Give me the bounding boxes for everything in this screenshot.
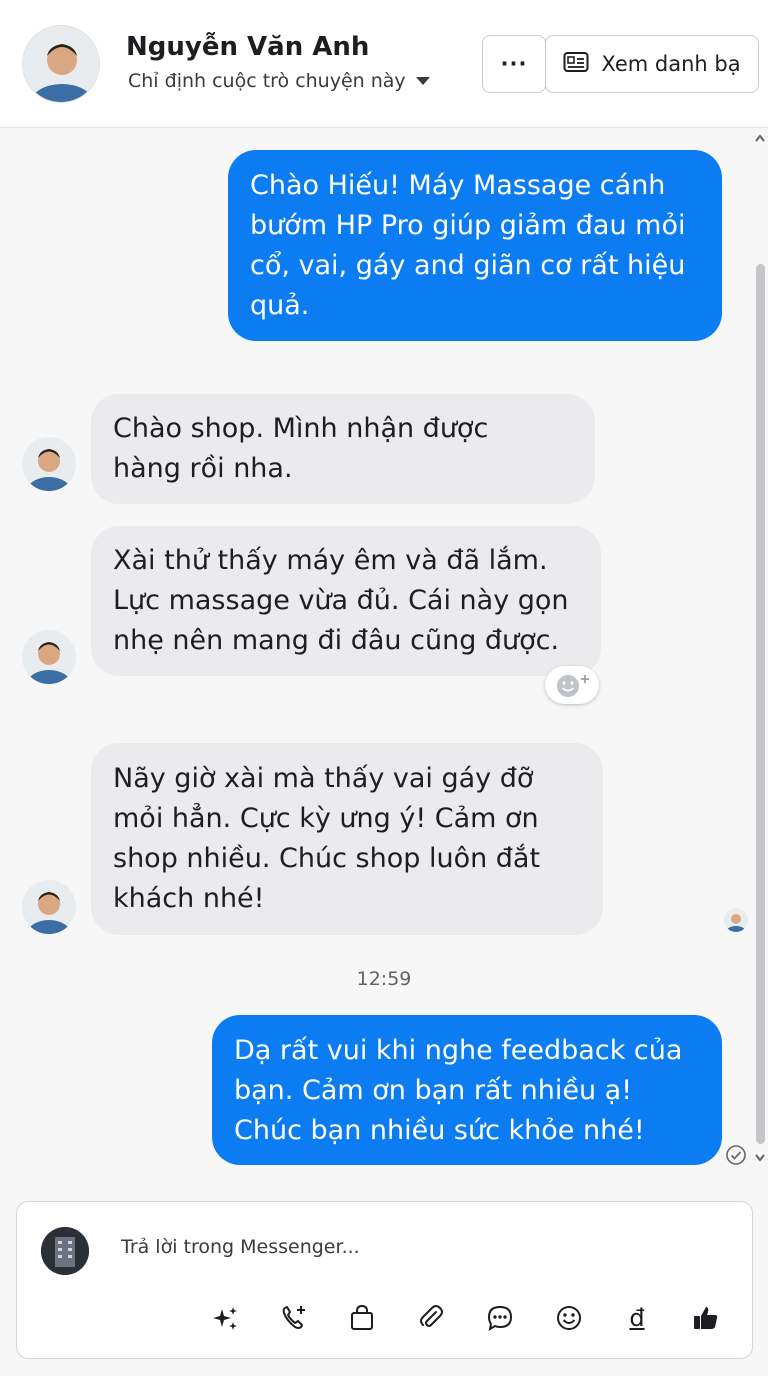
thumbs-up-icon (694, 1307, 718, 1329)
add-reaction-button[interactable] (545, 666, 599, 704)
contact-card-icon (563, 51, 589, 78)
scrollbar-thumb[interactable] (756, 264, 765, 1144)
payment-request-button[interactable]: đ (617, 1298, 657, 1338)
add-call-button[interactable] (274, 1298, 314, 1338)
chat-bubble-dots-icon (487, 1305, 513, 1332)
shop-button[interactable] (342, 1298, 382, 1338)
contact-avatar-small (22, 437, 76, 491)
conversation-header: Nguyễn Văn Anh Chỉ định cuộc trò chuyện … (0, 0, 768, 128)
ai-sparkle-button[interactable] (205, 1298, 245, 1338)
message-timestamp: 12:59 (356, 968, 412, 990)
outgoing-message[interactable]: Chào Hiếu! Máy Massage cánh bướm HP Pro … (228, 150, 722, 341)
phone-plus-icon (282, 1306, 305, 1329)
incoming-message[interactable]: Chào shop. Mình nhận được hàng rồi nha. (91, 394, 595, 504)
contact-avatar-small (22, 630, 76, 684)
smiley-plus-icon (557, 675, 589, 697)
sent-check-icon (725, 1144, 747, 1170)
emoji-button[interactable] (549, 1298, 589, 1338)
outgoing-message[interactable]: Dạ rất vui khi nghe feedback của bạn. Cả… (212, 1015, 722, 1165)
scroll-down-icon[interactable] (755, 1154, 765, 1162)
page-avatar (41, 1227, 89, 1275)
incoming-message[interactable]: Nãy giờ xài mà thấy vai gáy đỡ mỏi hẳn. … (91, 743, 603, 935)
message-list: Chào Hiếu! Máy Massage cánh bướm HP Pro … (0, 128, 768, 1190)
composer-toolbar: đ (17, 1298, 754, 1338)
view-contacts-label: Xem danh bạ (601, 52, 741, 76)
thumbs-up-button[interactable] (686, 1298, 726, 1338)
caret-down-icon (415, 77, 430, 85)
seen-indicator-avatar (724, 908, 748, 932)
currency-dong-icon: đ (629, 1304, 645, 1332)
contact-avatar[interactable] (22, 25, 100, 103)
contact-name: Nguyễn Văn Anh (126, 32, 370, 62)
reply-composer: đ (16, 1201, 753, 1359)
shopping-bag-icon (351, 1304, 373, 1330)
reply-input[interactable] (121, 1236, 681, 1258)
scroll-up-icon[interactable] (755, 134, 765, 142)
assign-conversation-label: Chỉ định cuộc trò chuyện này (128, 70, 406, 92)
assign-conversation-dropdown[interactable]: Chỉ định cuộc trò chuyện này (128, 70, 430, 92)
paperclip-icon (420, 1305, 443, 1327)
smiley-icon (557, 1306, 581, 1330)
saved-replies-button[interactable] (480, 1298, 520, 1338)
attach-button[interactable] (411, 1298, 451, 1338)
incoming-message[interactable]: Xài thử thấy máy êm và đã lắm. Lực massa… (91, 526, 601, 676)
sparkle-icon (213, 1307, 237, 1330)
more-options-button[interactable]: ··· (482, 35, 546, 93)
more-options-label: ··· (500, 52, 528, 76)
view-contacts-button[interactable]: Xem danh bạ (545, 35, 759, 93)
scrollbar[interactable] (752, 128, 768, 1190)
contact-avatar-small (22, 880, 76, 934)
